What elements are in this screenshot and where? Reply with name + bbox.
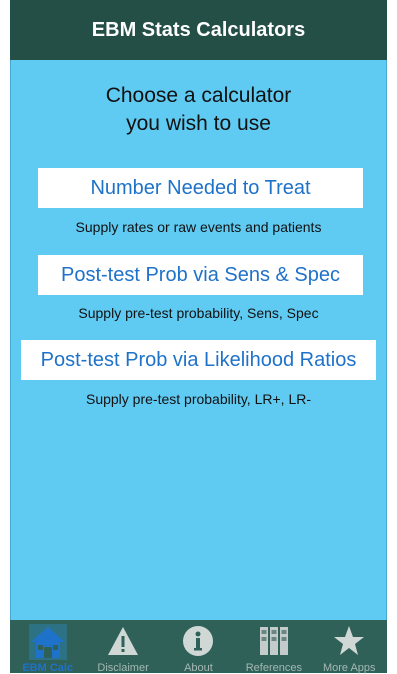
nnt-calculator-description: Supply rates or raw events and patients bbox=[75, 219, 322, 235]
likelihood-ratio-calculator-label: Post-test Prob via Likelihood Ratios bbox=[40, 348, 357, 371]
likelihood-ratio-calculator-description: Supply pre-test probability, LR+, LR- bbox=[85, 391, 311, 407]
page-title: EBM Stats Calculators bbox=[91, 18, 306, 41]
info-icon bbox=[183, 626, 214, 656]
tab-label: EBM Calc bbox=[22, 662, 74, 674]
tab-bar: EBM Calc Disclaimer About References Mor… bbox=[10, 620, 387, 674]
nnt-calculator-label: Number Needed to Treat bbox=[90, 176, 311, 199]
app-screen: EBM Stats Calculators Choose a calculato… bbox=[0, 0, 397, 674]
likelihood-ratio-calculator-button[interactable]: Post-test Prob via Likelihood Ratios bbox=[21, 340, 376, 380]
instruction-line-1: Choose a calculator bbox=[105, 84, 292, 107]
nnt-calculator-button[interactable]: Number Needed to Treat bbox=[38, 168, 363, 208]
tab-about[interactable]: About bbox=[162, 620, 234, 674]
tab-label: About bbox=[184, 662, 213, 674]
instruction-line-2: you wish to use bbox=[126, 112, 271, 135]
sens-spec-calculator-button[interactable]: Post-test Prob via Sens & Spec bbox=[38, 255, 363, 295]
sens-spec-calculator-label: Post-test Prob via Sens & Spec bbox=[60, 263, 341, 286]
warning-icon bbox=[108, 627, 139, 655]
tab-label: Disclaimer bbox=[97, 662, 149, 674]
sens-spec-calculator-description: Supply pre-test probability, Sens, Spec bbox=[78, 305, 319, 321]
star-icon bbox=[334, 626, 365, 655]
home-icon bbox=[28, 624, 67, 660]
tab-label: References bbox=[245, 662, 302, 674]
tab-disclaimer[interactable]: Disclaimer bbox=[87, 620, 159, 674]
navigation-bar: EBM Stats Calculators bbox=[10, 0, 387, 60]
books-icon bbox=[259, 627, 288, 655]
tab-more-apps[interactable]: More Apps bbox=[313, 620, 385, 674]
tab-references[interactable]: References bbox=[238, 620, 310, 674]
tab-ebm-calc[interactable]: EBM Calc bbox=[12, 620, 84, 674]
tab-label: More Apps bbox=[322, 662, 376, 674]
instruction-text: Choose a calculator you wish to use bbox=[11, 82, 386, 138]
main-content: Choose a calculator you wish to use Numb… bbox=[10, 60, 387, 620]
